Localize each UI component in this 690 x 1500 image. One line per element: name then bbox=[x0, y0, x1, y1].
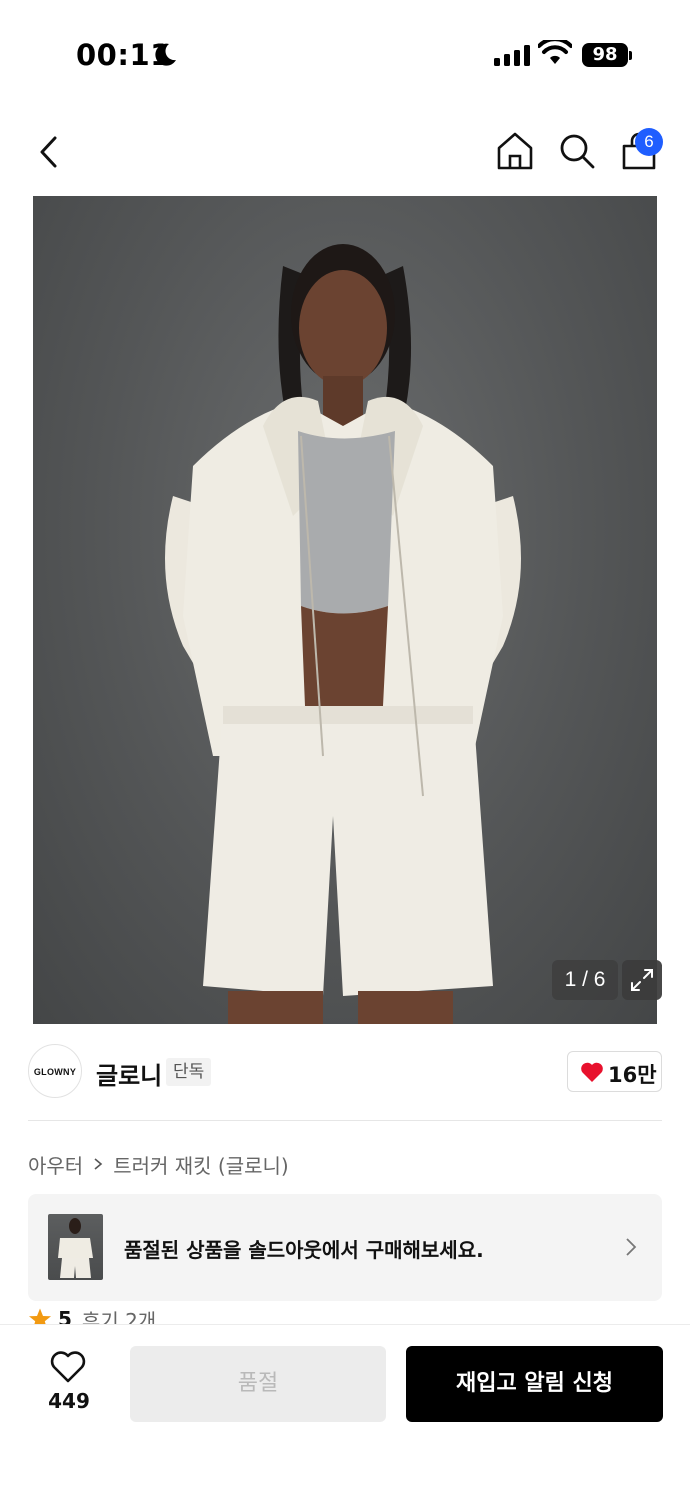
wishlist-button[interactable]: 449 bbox=[28, 1347, 110, 1427]
cart-count-badge: 6 bbox=[635, 128, 663, 156]
chevron-right-icon bbox=[94, 1158, 103, 1170]
exclusive-badge: 단독 bbox=[166, 1058, 212, 1086]
brand-like-button[interactable]: 16만 bbox=[567, 1051, 662, 1092]
cellular-signal-icon bbox=[494, 44, 530, 66]
home-icon[interactable] bbox=[494, 130, 536, 172]
expand-icon[interactable] bbox=[622, 960, 662, 1000]
battery-level: 98 bbox=[582, 43, 628, 67]
brand-logo[interactable]: GLOWNY bbox=[28, 1044, 82, 1098]
image-counter: 1 / 6 bbox=[552, 960, 618, 1000]
divider bbox=[28, 1120, 662, 1121]
wifi-icon bbox=[538, 40, 572, 64]
breadcrumb-product[interactable]: 트러커 재킷 (글로니) bbox=[113, 1150, 289, 1179]
breadcrumb: 아우터 트러커 재킷 (글로니) bbox=[28, 1150, 289, 1178]
breadcrumb-category[interactable]: 아우터 bbox=[28, 1150, 83, 1179]
chevron-right-icon bbox=[626, 1238, 637, 1256]
restock-alert-button[interactable]: 재입고 알림 신청 bbox=[406, 1346, 663, 1422]
back-chevron-icon[interactable] bbox=[30, 132, 70, 172]
promo-text: 품절된 상품을 솔드아웃에서 구매해보세요. bbox=[124, 1238, 484, 1262]
battery-tip bbox=[629, 51, 632, 60]
heart-outline-icon bbox=[50, 1351, 86, 1383]
bottom-action-bar: 449 품절 재입고 알림 신청 bbox=[0, 1324, 690, 1500]
top-nav bbox=[0, 110, 690, 196]
brand-row: GLOWNY 글로니 단독 16만 bbox=[28, 1044, 662, 1100]
wishlist-count: 449 bbox=[48, 1389, 90, 1413]
brand-like-count: 16만 bbox=[608, 1063, 657, 1087]
brand-name[interactable]: 글로니 bbox=[96, 1056, 162, 1091]
soldout-promo-banner[interactable]: 품절된 상품을 솔드아웃에서 구매해보세요. bbox=[28, 1194, 662, 1301]
product-photo-illustration bbox=[165, 244, 521, 1024]
status-bar: 00:11 98 bbox=[0, 0, 690, 110]
search-icon[interactable] bbox=[556, 130, 598, 172]
promo-thumbnail bbox=[48, 1214, 103, 1280]
moon-icon bbox=[155, 43, 176, 66]
product-image[interactable] bbox=[33, 196, 657, 1024]
heart-filled-icon bbox=[581, 1062, 603, 1082]
soldout-button[interactable]: 품절 bbox=[130, 1346, 386, 1422]
